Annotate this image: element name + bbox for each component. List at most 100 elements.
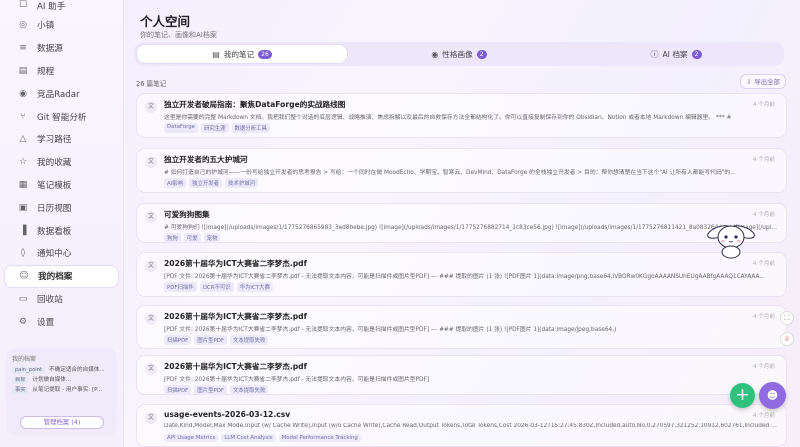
profile-mini-tag: pain_point bbox=[12, 367, 46, 374]
profile-mini-title: 我的档案 bbox=[12, 356, 37, 363]
note-tag[interactable]: OCR不可识 bbox=[199, 282, 234, 292]
export-label: 导出全部 bbox=[754, 78, 780, 86]
sidebar-item[interactable]: ▣ 日历视图 bbox=[4, 196, 119, 219]
note-excerpt: 这里是你需要的完整 Markdown 文档。我把我们整个对话的底层逻辑、战略推演… bbox=[164, 115, 732, 121]
note-tag[interactable]: 独立开发者 bbox=[189, 178, 223, 188]
sidebar-item-label: 通知中心 bbox=[37, 249, 72, 260]
gear-icon: ⚙ bbox=[18, 316, 28, 327]
sidebar-item-label: 日历视图 bbox=[37, 203, 72, 214]
note-type-icon: 文 bbox=[145, 313, 157, 325]
note-tag[interactable]: AI影响 bbox=[164, 178, 187, 188]
note-tag[interactable]: 研究生涯 bbox=[200, 123, 229, 133]
note-tags: 狗狗 可爱 宠物 bbox=[164, 233, 223, 243]
note-tag[interactable]: 技术护城河 bbox=[225, 178, 258, 188]
note-tag[interactable]: LLM Cost Analysis bbox=[221, 434, 276, 442]
note-tag[interactable]: 狗狗 bbox=[164, 233, 181, 243]
note-tag[interactable]: 可爱 bbox=[183, 233, 201, 243]
mascot-icon[interactable] bbox=[706, 219, 756, 259]
note-title: 独立开发者破局指南：聚焦DataForge的实战路线图 bbox=[164, 100, 346, 109]
sidebar-item[interactable]: ⚙ 设置 bbox=[4, 310, 119, 333]
note-excerpt: [PDF 文件: 2026第十届华为ICT大赛省二李梦杰.pdf - 无法提取文… bbox=[164, 327, 617, 333]
note-tag[interactable]: 图片型PDF bbox=[194, 385, 227, 395]
note-card[interactable]: 文可爱狗狗图集 4 个月前 # 可爱狗狗们 ![image](/uploads/im… bbox=[136, 203, 787, 243]
note-excerpt: [PDF 文件: 2026第十届华为ICT大赛省二李梦杰.pdf - 无法提取文… bbox=[164, 377, 430, 383]
sidebar-item[interactable]: ☺ 我的档案 bbox=[4, 264, 119, 288]
note-tag[interactable]: 宠物 bbox=[203, 233, 221, 243]
graduation-icon: △ bbox=[19, 134, 27, 145]
profile-mini-row[interactable]: 事实 从笔记提取 - 用户事实: [P... bbox=[12, 387, 111, 394]
note-card[interactable]: 文 2026第十届华为ICT大赛省二李梦杰.pdf 4 个月前 [PDF 文件: 20… bbox=[136, 252, 787, 297]
note-tag[interactable]: API Usage Metrics bbox=[164, 434, 219, 442]
sidebar-item[interactable]: ◉ 竞品Radar bbox=[4, 82, 119, 105]
note-title: 2026第十届华为ICT大赛省二李梦杰.pdf bbox=[164, 312, 307, 321]
note-tags: 扫描PDF 图片型PDF 文本提取失败 bbox=[164, 335, 271, 345]
git-icon: ⑂ bbox=[20, 111, 26, 122]
assistant-user-button[interactable]: ☻ bbox=[759, 382, 786, 409]
sidebar-item-label: 规程 bbox=[37, 66, 55, 77]
note-type-icon: 文 bbox=[145, 156, 157, 168]
note-card[interactable]: 文 usage-events-2026-03-12.csv 4 个月前 Date,Ki… bbox=[136, 404, 787, 447]
note-tags: PDF扫描件 OCR不可识 华为ICT大赛 bbox=[164, 282, 276, 292]
tab-label: 性格画像 bbox=[442, 49, 473, 59]
note-tag[interactable]: 图片型PDF bbox=[194, 335, 227, 345]
note-card[interactable]: 文 2026第十届华为ICT大赛省二李梦杰.pdf 4 个月前 [PDF 文件: 20… bbox=[136, 355, 787, 395]
profile-mini-row[interactable]: pain_point 不确定适合的自媒体... bbox=[12, 367, 111, 374]
template-icon: ▦ bbox=[18, 179, 28, 190]
note-type-icon: 文 bbox=[145, 260, 157, 272]
note-tag[interactable]: DataForge bbox=[164, 123, 198, 133]
sidebar-item[interactable]: ▐ 数据看板 bbox=[4, 219, 119, 242]
translate-icon[interactable]: ♕ bbox=[780, 332, 794, 346]
user-icon: ☺ bbox=[19, 271, 29, 282]
note-time: 4 个月前 bbox=[752, 102, 775, 108]
add-note-button[interactable]: + bbox=[730, 383, 755, 408]
note-tag[interactable]: 文本提取失败 bbox=[229, 385, 269, 395]
sidebar-item[interactable]: ☐ AI 助手 bbox=[4, 0, 119, 14]
sidebar-item[interactable]: ◊ 通知中心 bbox=[4, 242, 119, 265]
scan-icon[interactable]: ⛶ bbox=[780, 311, 794, 325]
persona-icon: ◉ bbox=[431, 49, 439, 59]
note-card[interactable]: 文独立开发者破局指南：聚焦DataForge的实战路线图 4 个月前 这里是你需要的… bbox=[136, 93, 787, 138]
sidebar-item[interactable]: ▤ 规程 bbox=[4, 60, 119, 83]
manage-profile-button[interactable]: 管理档案 (4) bbox=[20, 416, 104, 429]
profile-mini-text: 计划做自媒体... bbox=[32, 377, 72, 383]
note-tag[interactable]: 数据分析工具 bbox=[231, 123, 270, 133]
sidebar-item[interactable]: ▦ 笔记模板 bbox=[4, 174, 119, 197]
profile-mini-text: 从笔记提取 - 用户事实: [P... bbox=[32, 387, 102, 393]
tab-persona[interactable]: ◉ 性格画像 2 bbox=[351, 42, 567, 66]
sidebar-item[interactable]: ▭ 回收站 bbox=[4, 288, 119, 311]
sidebar-item[interactable]: ☆ 我的收藏 bbox=[4, 151, 119, 174]
profile-mini-tag: 事实 bbox=[12, 387, 29, 394]
sidebar-item[interactable]: ⑂ Git 智能分析 bbox=[4, 105, 119, 128]
document-icon: ▤ bbox=[18, 65, 28, 76]
chart-icon: ▐ bbox=[19, 225, 27, 236]
bell-icon: ◊ bbox=[20, 248, 26, 259]
tab-ai-profile[interactable]: ⓘ AI 档案 2 bbox=[570, 42, 782, 66]
note-tag[interactable]: 扫描PDF bbox=[164, 335, 192, 345]
note-tag[interactable]: 扫描PDF bbox=[164, 385, 192, 395]
note-tag[interactable]: 华为ICT大赛 bbox=[236, 282, 273, 292]
note-time: 4 个月前 bbox=[752, 261, 775, 267]
tab-my-notes[interactable]: ▤ 我的笔记 26 bbox=[136, 44, 348, 64]
note-tag[interactable]: PDF扫描件 bbox=[164, 282, 197, 292]
note-excerpt: Date,Kind,Model,Max Mode,Input (w/ Cache… bbox=[164, 423, 778, 429]
chat-icon: ☐ bbox=[18, 0, 28, 10]
profile-mini-row[interactable]: 目标 计划做自媒体... bbox=[12, 377, 111, 384]
note-excerpt: # 如何打造自己的护城河——一份写给独立开发者的思考报告 > 写给：一个同时在做… bbox=[164, 170, 736, 176]
sidebar-item[interactable]: △ 学习路径 bbox=[4, 128, 119, 151]
tab-badge: 2 bbox=[691, 49, 702, 59]
note-tags: DataForge 研究生涯 数据分析工具 bbox=[164, 123, 273, 133]
sidebar-item-label: 竞品Radar bbox=[37, 89, 80, 100]
note-type-icon: 文 bbox=[145, 412, 157, 424]
document-icon: ▤ bbox=[212, 49, 220, 59]
note-tag[interactable]: Model Performance Tracking bbox=[278, 434, 361, 442]
sidebar-item-label: Git 智能分析 bbox=[37, 112, 87, 123]
export-all-button[interactable]: ⇩ 导出全部 bbox=[740, 74, 786, 89]
sidebar-item[interactable]: ◎ 小镇 bbox=[4, 14, 119, 37]
note-card[interactable]: 文 2026第十届华为ICT大赛省二李梦杰.pdf 4 个月前 [PDF 文件: 20… bbox=[136, 305, 787, 349]
note-tag[interactable]: 文本提取失败 bbox=[229, 335, 269, 345]
sidebar-item[interactable]: ≡ 数据源 bbox=[4, 37, 119, 60]
note-card[interactable]: 文独立开发者的五大护城河 4 个月前 # 如何打造自己的护城河——一份写给独立开发者… bbox=[136, 148, 787, 193]
sidebar-item-label: 我的收藏 bbox=[37, 158, 72, 169]
note-time: 4 个月前 bbox=[752, 157, 775, 163]
sidebar-item-label: 笔记模板 bbox=[37, 180, 72, 191]
